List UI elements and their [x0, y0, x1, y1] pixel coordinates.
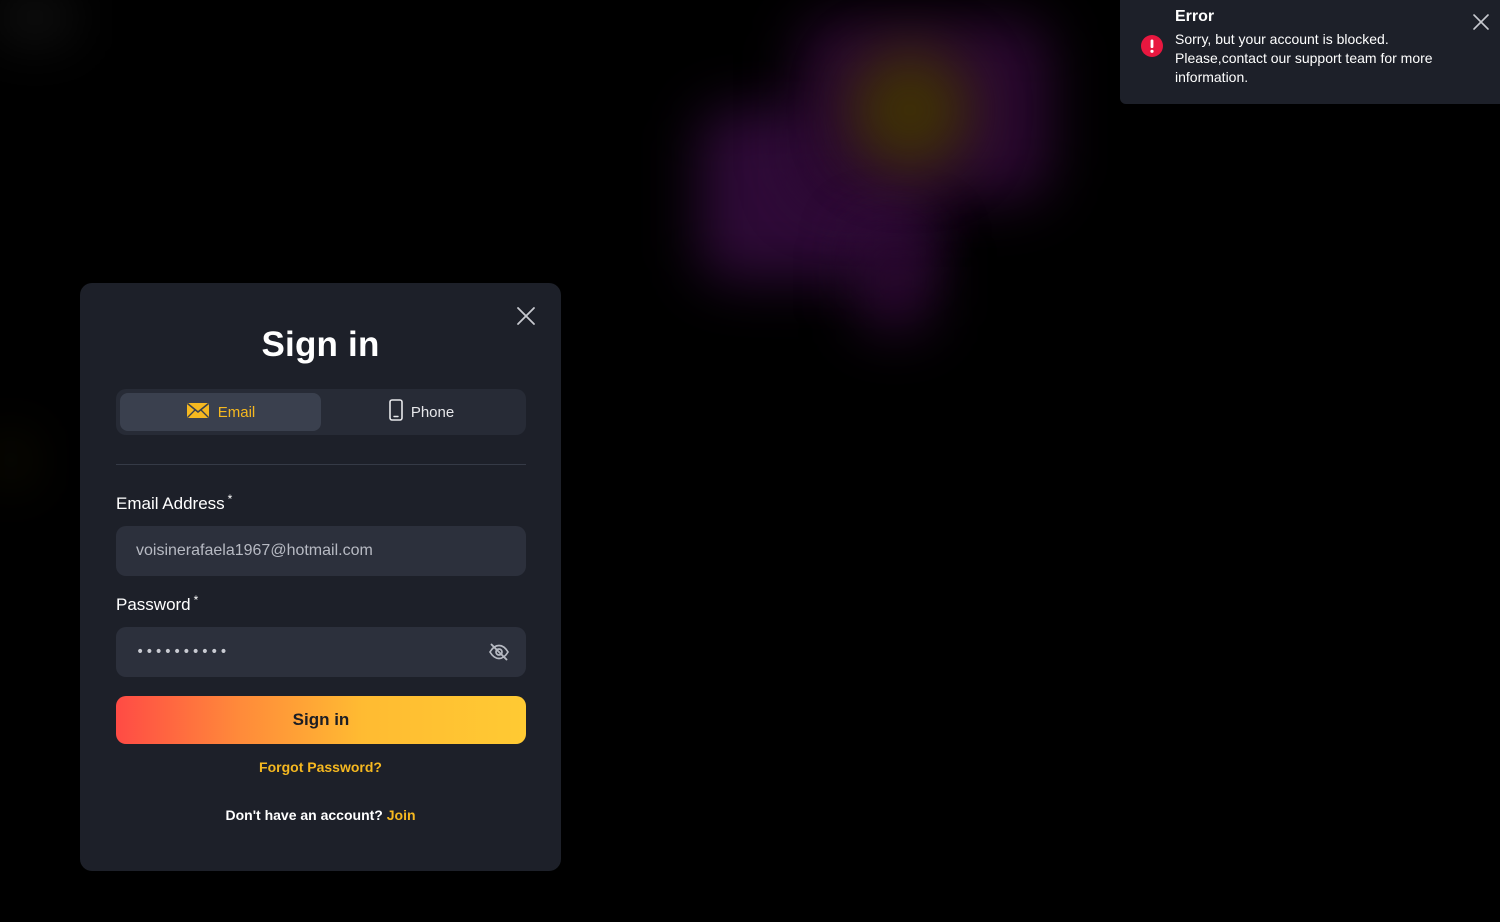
- error-toast: Error Sorry, but your account is blocked…: [1120, 0, 1500, 104]
- tab-email[interactable]: Email: [120, 393, 321, 431]
- mobile-phone-icon: [389, 399, 403, 425]
- email-field[interactable]: [116, 526, 526, 576]
- background-blur: [800, 20, 1050, 200]
- close-icon[interactable]: [515, 305, 537, 327]
- modal-title: Sign in: [261, 325, 380, 364]
- background-blur: [0, 440, 22, 480]
- join-link[interactable]: Join: [387, 807, 416, 823]
- background-blur: [850, 50, 970, 170]
- envelope-icon: [186, 402, 210, 423]
- required-mark: *: [227, 492, 233, 506]
- tab-phone[interactable]: Phone: [321, 393, 522, 431]
- email-field-container: [116, 526, 526, 576]
- background-blur: [860, 230, 930, 330]
- background-blur: [0, 0, 70, 35]
- toast-title: Error: [1175, 8, 1215, 25]
- eye-slash-icon[interactable]: [488, 641, 510, 663]
- sign-in-button[interactable]: Sign in: [116, 696, 526, 744]
- password-label: Password *: [116, 593, 199, 615]
- no-account-text: Don't have an account?: [225, 807, 383, 823]
- forgot-password-link[interactable]: Forgot Password?: [80, 759, 561, 775]
- sign-in-modal: Sign in Email Phone Email Address * vois…: [80, 283, 561, 871]
- join-row: Don't have an account? Join: [80, 807, 561, 823]
- password-field[interactable]: ••••••••••: [116, 627, 526, 677]
- sign-in-method-tabs: Email Phone: [116, 389, 526, 435]
- email-label: Email Address *: [116, 492, 233, 514]
- required-mark: *: [193, 593, 199, 607]
- toast-message: Sorry, but your account is blocked. Plea…: [1175, 31, 1433, 85]
- password-masked-value: ••••••••••: [136, 644, 229, 660]
- close-icon[interactable]: [1472, 13, 1490, 31]
- error-exclamation-icon: [1141, 35, 1163, 57]
- tab-phone-label: Phone: [410, 403, 455, 421]
- email-label-text: Email Address: [116, 494, 225, 513]
- background-blur: [700, 110, 930, 280]
- page-background: Sign in Email Phone Email Address * vois…: [0, 0, 1500, 922]
- tab-email-label: Email: [217, 403, 256, 421]
- divider: [116, 464, 526, 465]
- password-label-text: Password: [116, 595, 191, 614]
